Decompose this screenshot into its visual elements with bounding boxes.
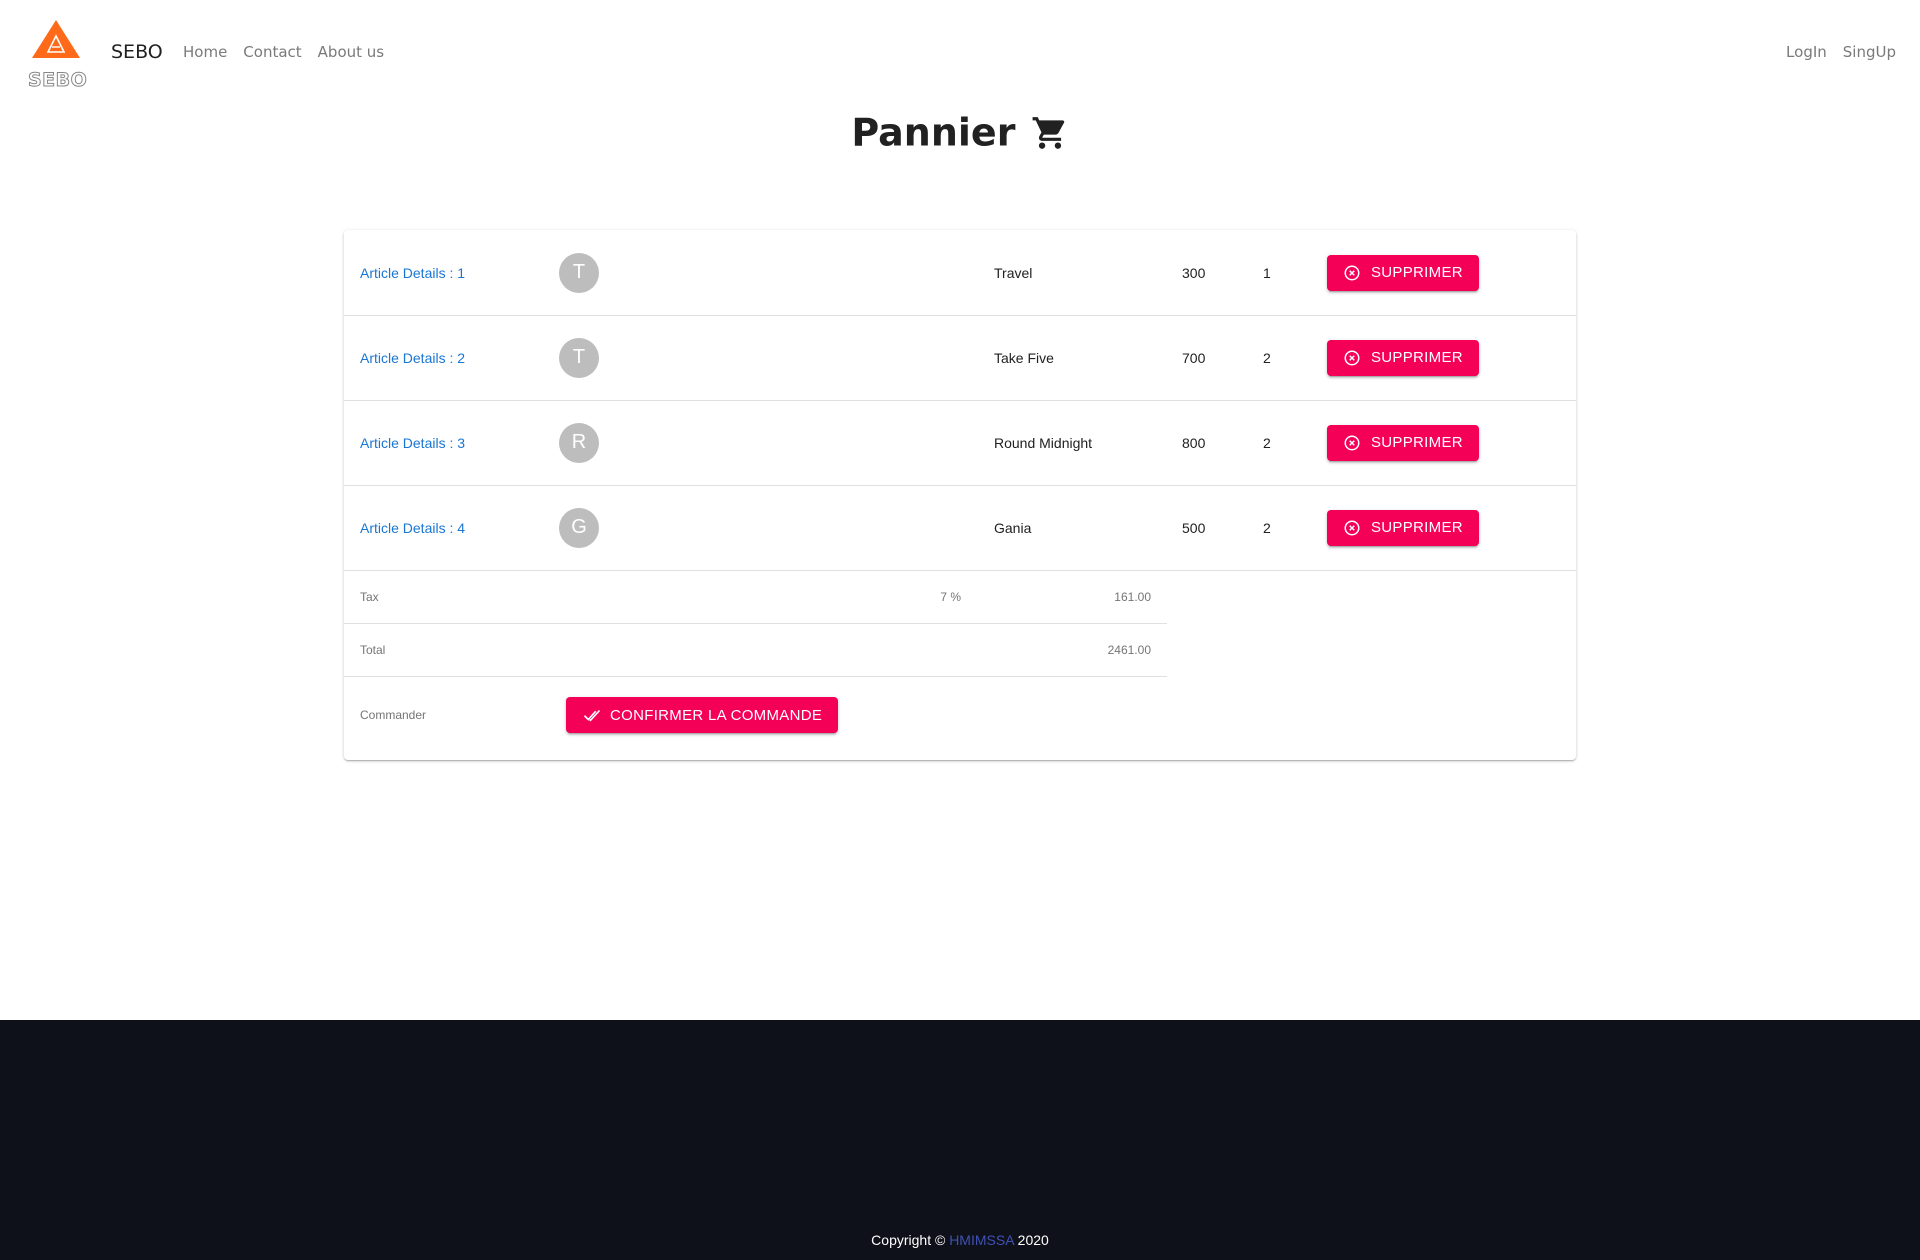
navbar: SEBO SEBO Home Contact About us LogIn Si… xyxy=(0,0,1920,100)
cart-row: Article Details : 1 T Travel 300 1 SUPPR… xyxy=(344,230,1576,316)
copyright-brand-link[interactable]: HMIMSSA xyxy=(949,1232,1014,1248)
avatar: G xyxy=(559,507,599,548)
item-name: Gania xyxy=(994,519,1032,536)
item-price: 500 xyxy=(1182,519,1206,536)
article-details-link[interactable]: Article Details : 2 xyxy=(360,315,465,400)
logo[interactable]: SEBO xyxy=(28,18,88,94)
item-quantity: 1 xyxy=(1263,264,1271,281)
copyright-year: 2020 xyxy=(1013,1232,1049,1248)
item-quantity: 2 xyxy=(1263,434,1271,451)
confirm-order-button[interactable]: CONFIRMER LA COMMANDE xyxy=(566,697,839,733)
item-price: 800 xyxy=(1182,434,1206,451)
avatar: T xyxy=(559,337,599,378)
delete-button-label: SUPPRIMER xyxy=(1371,349,1463,366)
copyright: Copyright © HMIMSSA 2020 xyxy=(0,1232,1920,1248)
article-details-link[interactable]: Article Details : 4 xyxy=(360,485,465,570)
cancel-circle-icon xyxy=(1344,520,1360,535)
nav-home-link[interactable]: Home xyxy=(183,43,227,61)
nav-links: Home Contact About us xyxy=(183,43,384,61)
double-check-icon xyxy=(583,709,601,722)
total-row: Total 2461.00 xyxy=(344,623,1167,677)
tax-label: Tax xyxy=(360,589,379,604)
delete-button-label: SUPPRIMER xyxy=(1371,264,1463,281)
cart-row: Article Details : 3 R Round Midnight 800… xyxy=(344,400,1576,486)
tax-value: 161.00 xyxy=(1114,589,1151,604)
tax-rate: 7 % xyxy=(940,589,961,604)
page-title: Pannier xyxy=(0,108,1920,155)
item-name: Take Five xyxy=(994,349,1054,366)
delete-button-label: SUPPRIMER xyxy=(1371,519,1463,536)
tax-row: Tax 7 % 161.00 xyxy=(344,570,1167,624)
cart-row: Article Details : 4 G Gania 500 2 SUPPRI… xyxy=(344,485,1576,571)
page-title-text: Pannier xyxy=(851,110,1016,155)
delete-button[interactable]: SUPPRIMER xyxy=(1327,509,1479,546)
article-details-link[interactable]: Article Details : 3 xyxy=(360,400,465,485)
item-name: Travel xyxy=(994,264,1033,281)
shopping-cart-icon xyxy=(1032,116,1064,149)
item-quantity: 2 xyxy=(1263,519,1271,536)
cart-row: Article Details : 2 T Take Five 700 2 SU… xyxy=(344,315,1576,401)
login-link[interactable]: LogIn xyxy=(1786,43,1827,61)
footer: Copyright © HMIMSSA 2020 xyxy=(0,1020,1920,1260)
item-quantity: 2 xyxy=(1263,349,1271,366)
delete-button-label: SUPPRIMER xyxy=(1371,434,1463,451)
cancel-circle-icon xyxy=(1344,350,1360,365)
avatar: T xyxy=(559,252,599,293)
confirm-order-label: CONFIRMER LA COMMANDE xyxy=(610,706,823,724)
auth-links: LogIn SingUp xyxy=(1786,43,1896,61)
cancel-circle-icon xyxy=(1344,435,1360,450)
total-value: 2461.00 xyxy=(1107,642,1151,657)
copyright-prefix: Copyright © xyxy=(871,1232,950,1248)
total-label: Total xyxy=(360,642,386,657)
article-details-link[interactable]: Article Details : 1 xyxy=(360,230,465,315)
nav-about-link[interactable]: About us xyxy=(318,43,384,61)
nav-contact-link[interactable]: Contact xyxy=(243,43,301,61)
logo-triangle-icon xyxy=(32,20,80,58)
delete-button[interactable]: SUPPRIMER xyxy=(1327,339,1479,376)
cart-table: Article Details : 1 T Travel 300 1 SUPPR… xyxy=(344,230,1576,760)
signup-link[interactable]: SingUp xyxy=(1843,43,1896,61)
item-price: 700 xyxy=(1182,349,1206,366)
avatar: R xyxy=(559,422,599,463)
delete-button[interactable]: SUPPRIMER xyxy=(1327,254,1479,291)
order-label: Commander xyxy=(360,708,427,722)
brand-name[interactable]: SEBO xyxy=(111,41,163,63)
delete-button[interactable]: SUPPRIMER xyxy=(1327,424,1479,461)
cancel-circle-icon xyxy=(1344,265,1360,280)
order-row: Commander CONFIRMER LA COMMANDE xyxy=(344,675,1167,755)
item-name: Round Midnight xyxy=(994,434,1093,451)
logo-text: SEBO xyxy=(28,69,88,92)
item-price: 300 xyxy=(1182,264,1206,281)
